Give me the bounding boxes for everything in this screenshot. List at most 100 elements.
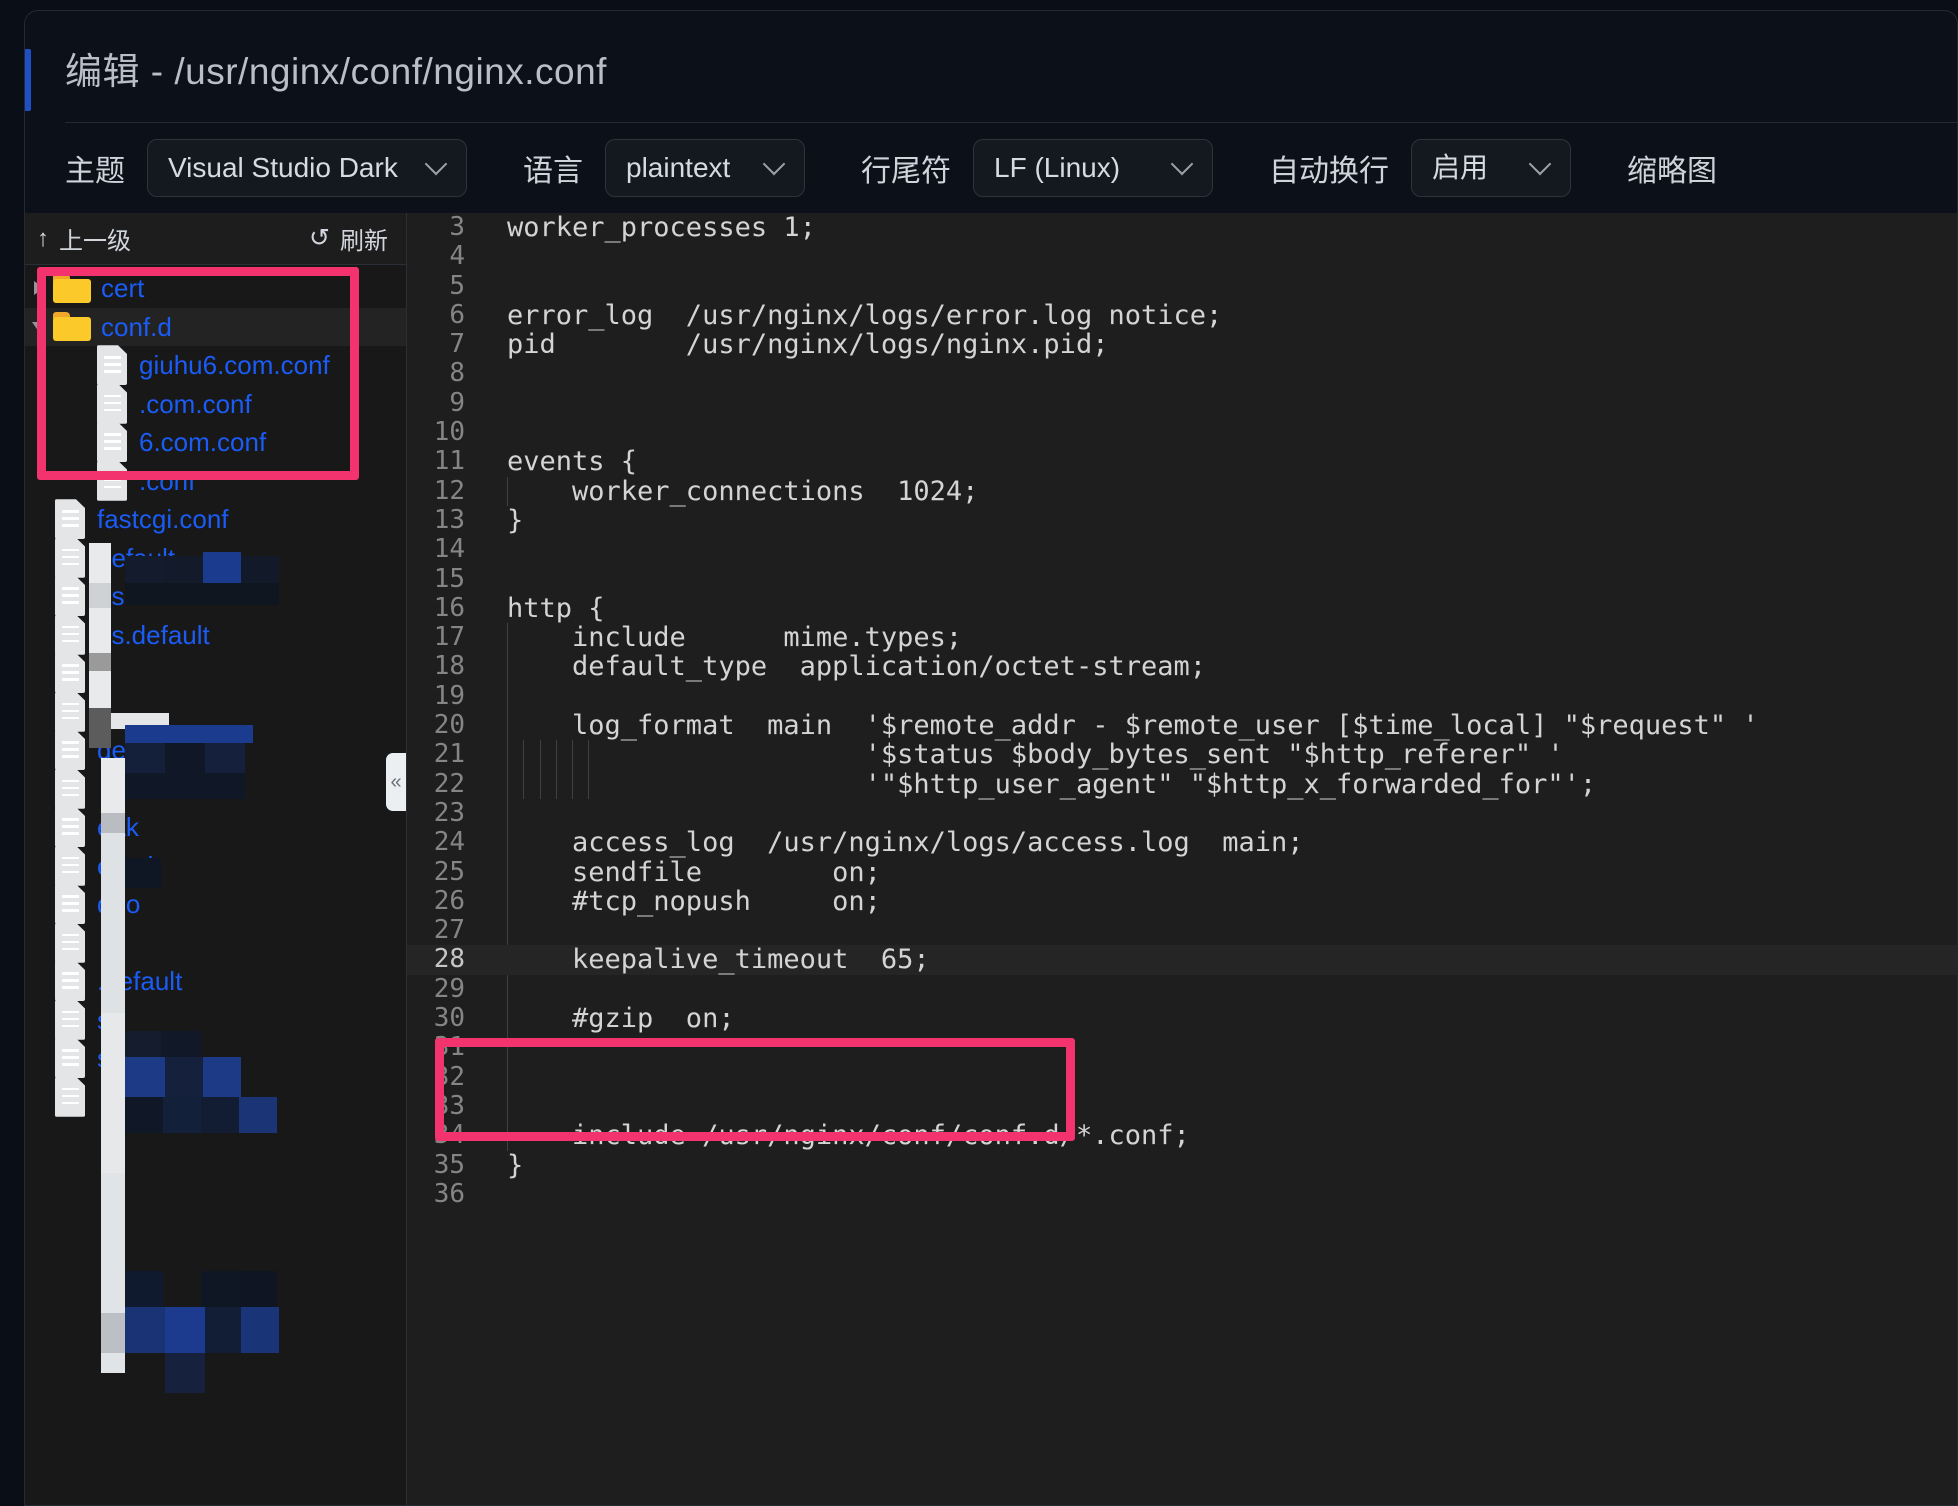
line-number: 3 [449, 213, 465, 242]
tree-file-row[interactable]: efault [25, 847, 406, 886]
code-text: worker_connections 1024; [507, 475, 979, 507]
code-line[interactable]: 28 keepalive_timeout 65; [407, 945, 1957, 975]
tree-item-label: ns.default [97, 619, 210, 650]
code-line[interactable]: 29 [407, 974, 1957, 1004]
tree-file-row[interactable] [25, 770, 406, 809]
code-line[interactable]: 20 log_format main '$remote_addr - $remo… [407, 710, 1957, 742]
code-line[interactable]: 16 http { [407, 592, 1957, 623]
code-line[interactable]: 21 '$status $body_bytes_sent "$http_refe… [407, 739, 1957, 771]
code-line[interactable]: 27 [407, 915, 1957, 945]
code-line[interactable]: 36 [407, 1179, 1957, 1209]
code-line[interactable]: 24 access_log /usr/nginx/logs/access.log… [407, 827, 1957, 857]
tree-file-row[interactable] [25, 924, 406, 963]
file-icon [53, 883, 87, 925]
code-line[interactable]: 12 worker_connections 1024; [407, 475, 1957, 507]
line-number: 16 [433, 592, 465, 623]
file-icon [53, 768, 87, 810]
tree-folder-row[interactable]: cert [25, 269, 406, 308]
code-line[interactable]: 10 [407, 417, 1957, 448]
chevron-down-icon [1532, 156, 1552, 176]
line-number: 31 [433, 1032, 465, 1063]
code-line[interactable]: 3 worker_processes 1; [407, 213, 1957, 242]
tree-file-row[interactable]: s.default [25, 1039, 406, 1078]
code-line[interactable]: 26 #tcp_nopush on; [407, 886, 1957, 916]
file-tree-sidebar: ↑ 上一级 ↻ 刷新 cert conf.d giuhu6.com.conf .com… [25, 213, 407, 1505]
code-line[interactable]: 11 events { [407, 446, 1957, 477]
tree-item-label: 6.com.conf [139, 427, 267, 458]
line-number: 11 [433, 446, 465, 477]
file-icon [53, 652, 87, 694]
tree-file-row[interactable]: default [25, 731, 406, 770]
code-line[interactable]: 6 error_log /usr/nginx/logs/error.log not… [407, 299, 1957, 331]
tree-file-row[interactable] [25, 1078, 406, 1117]
line-number: 4 [449, 241, 465, 272]
line-number: 15 [433, 563, 465, 594]
line-number: 9 [449, 387, 465, 418]
chevron-right-icon[interactable] [25, 281, 53, 296]
code-line[interactable]: 14 [407, 534, 1957, 564]
code-line[interactable]: 35} [407, 1150, 1957, 1180]
line-number: 32 [433, 1061, 465, 1092]
code-line[interactable]: 8 [407, 359, 1957, 389]
code-line[interactable]: 23 [407, 798, 1957, 828]
code-text: log_format main '$remote_addr - $remote_… [507, 710, 1759, 742]
code-line[interactable]: 17 include mime.types; [407, 622, 1957, 654]
language-select[interactable]: plaintext [605, 139, 805, 197]
title-bar: 编辑 - /usr/nginx/conf/nginx.conf [25, 11, 1957, 123]
chevron-down-icon[interactable] [25, 321, 53, 332]
tree-file-row[interactable]: ns.default [25, 616, 406, 655]
file-icon [95, 344, 129, 386]
tree-file-row[interactable]: ns [25, 577, 406, 616]
code-line[interactable]: 30 #gzip on; [407, 1003, 1957, 1033]
refresh-button[interactable]: ↻ 刷新 [309, 221, 388, 256]
code-line[interactable]: 19 [407, 681, 1957, 711]
tree-file-row[interactable]: .default [25, 962, 406, 1001]
code-text: } [507, 504, 524, 536]
code-line[interactable]: 25 sendfile on; [407, 857, 1957, 887]
tree-file-row[interactable] [25, 654, 406, 693]
tree-file-row[interactable]: deo [25, 885, 406, 924]
code-line[interactable]: 18 default_type application/octet-stream… [407, 652, 1957, 682]
tree-file-row[interactable] [25, 693, 406, 732]
tree-file-row[interactable]: fastcgi.conf [25, 500, 406, 539]
code-lines: 3 worker_processes 1; 4 5 6 error_log /usr/ng… [407, 213, 1957, 1505]
line-number: 10 [433, 417, 465, 448]
code-editor[interactable]: 3 worker_processes 1; 4 5 6 error_log /usr/ng… [407, 213, 1957, 1505]
code-line[interactable]: 5 [407, 271, 1957, 301]
file-icon [53, 922, 87, 964]
file-icon [53, 575, 87, 617]
tree-item-label: deo [97, 889, 141, 920]
editor-window: 编辑 - /usr/nginx/conf/nginx.conf 主题 Visua… [24, 10, 1958, 1506]
code-line[interactable]: 13} [407, 504, 1957, 536]
code-text: '$status $body_bytes_sent "$http_referer… [507, 739, 1564, 771]
up-one-level-button[interactable]: ↑ 上一级 [37, 221, 131, 256]
code-line[interactable]: 7 pid /usr/nginx/logs/nginx.pid; [407, 329, 1957, 359]
file-icon [95, 383, 129, 425]
theme-label: 主题 [65, 155, 125, 188]
code-line[interactable]: 22 '"$http_user_agent" "$http_x_forwarde… [407, 769, 1957, 799]
tree-file-row[interactable]: giuhu6.com.conf [25, 346, 406, 385]
tree-file-row[interactable]: .conf [25, 462, 406, 501]
theme-select[interactable]: Visual Studio Dark [147, 139, 467, 197]
wordwrap-select[interactable]: 启用 [1411, 139, 1571, 197]
code-line[interactable]: 15 [407, 563, 1957, 594]
tree-file-row[interactable]: s [25, 1001, 406, 1040]
code-text: error_log /usr/nginx/logs/error.log noti… [507, 299, 1223, 331]
up-one-level-label: 上一级 [59, 228, 131, 255]
tree-file-row[interactable]: 6.com.conf [25, 423, 406, 462]
code-line[interactable]: 33 [407, 1090, 1957, 1121]
line-number: 33 [433, 1090, 465, 1121]
tree-folder-row[interactable]: conf.d [25, 307, 406, 346]
code-line[interactable]: 34 include /usr/nginx/conf/conf.d/*.conf… [407, 1120, 1957, 1150]
tree-file-row[interactable]: default [25, 539, 406, 578]
wordwrap-label: 自动换行 [1269, 155, 1389, 188]
code-line[interactable]: 9 [407, 387, 1957, 418]
code-text: include mime.types; [507, 622, 963, 654]
code-line[interactable]: 4 [407, 241, 1957, 272]
code-line[interactable]: 31 [407, 1032, 1957, 1063]
eol-select[interactable]: LF (Linux) [973, 139, 1213, 197]
code-line[interactable]: 32 [407, 1061, 1957, 1092]
sidebar-collapse-handle[interactable]: « [386, 753, 406, 811]
tree-file-row[interactable]: .com.conf [25, 385, 406, 424]
tree-file-row[interactable]: eak [25, 808, 406, 847]
